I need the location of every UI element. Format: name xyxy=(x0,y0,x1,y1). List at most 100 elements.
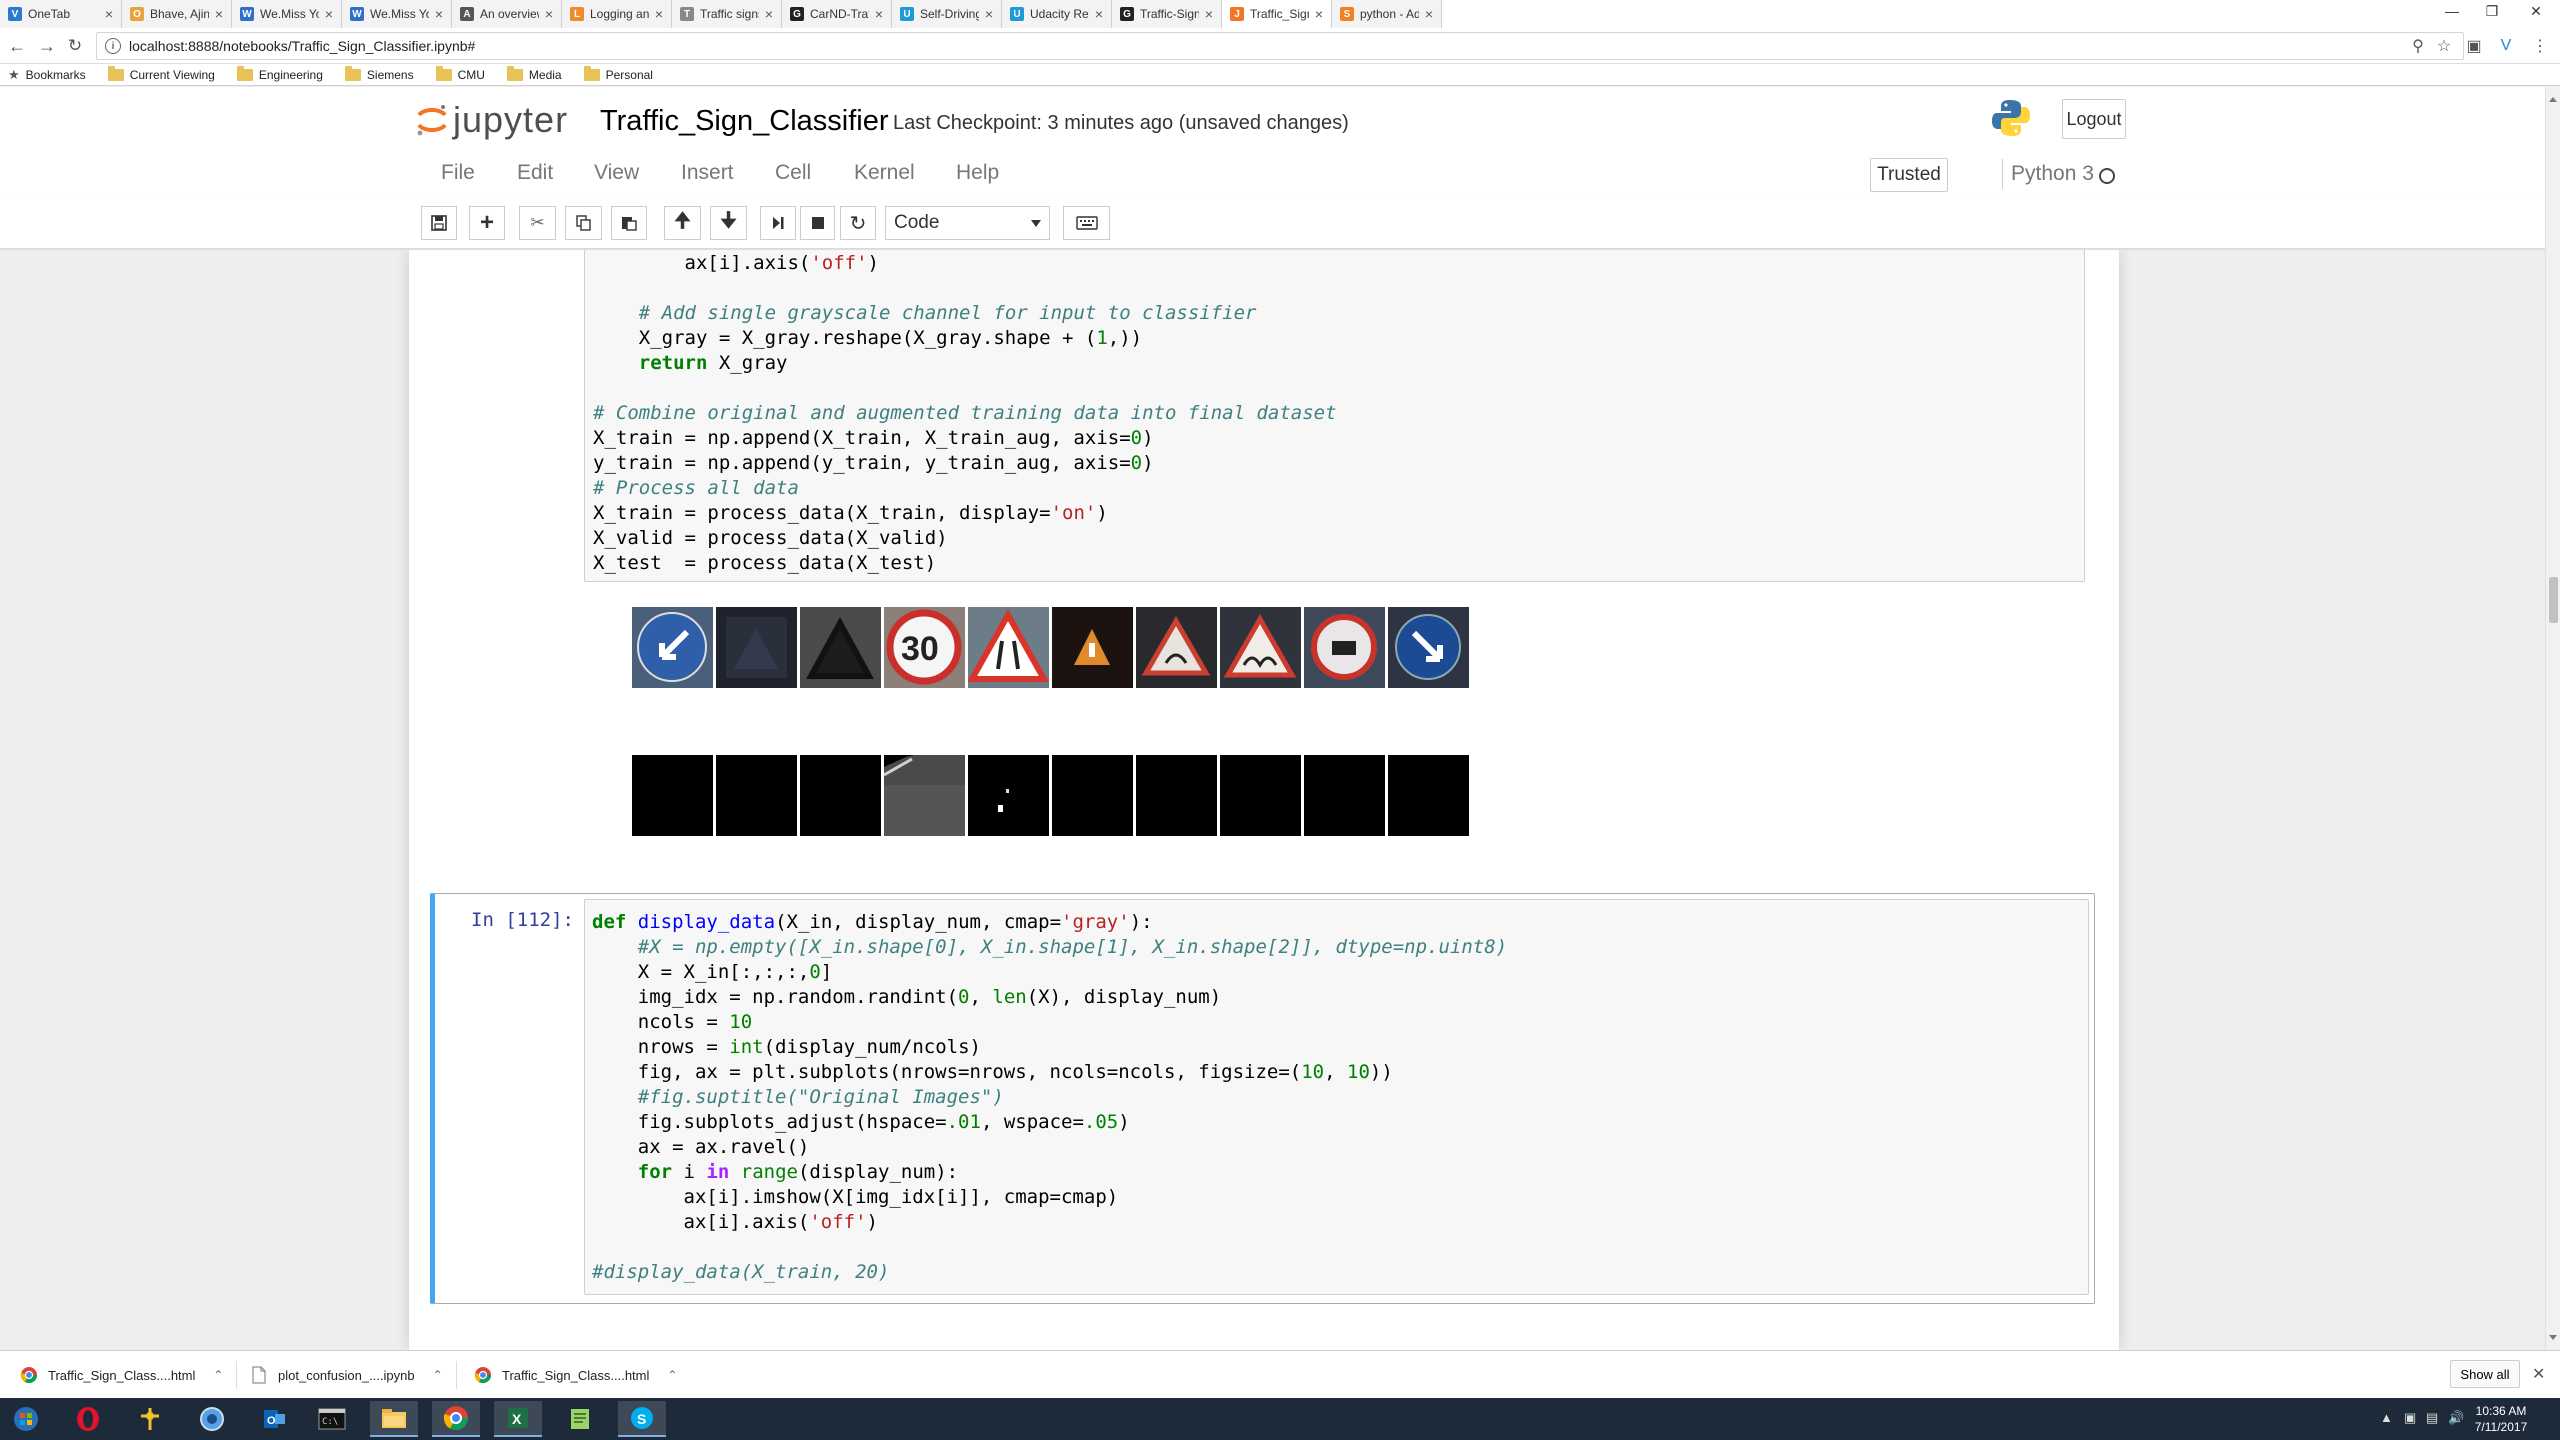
url-input[interactable]: i localhost:8888/notebooks/Traffic_Sign_… xyxy=(96,32,2464,60)
cmd-taskbar-icon[interactable]: C:\ xyxy=(308,1401,356,1437)
bookmark-folder[interactable]: Personal xyxy=(583,65,653,82)
chrome-taskbar-icon[interactable] xyxy=(432,1401,480,1437)
bookmark-folder[interactable]: CMU xyxy=(435,65,485,82)
browser-tab[interactable]: G CarND-Traffic-Sign-Cl × xyxy=(782,0,892,28)
selected-code-cell[interactable]: In [112]: def display_data(X_in, display… xyxy=(430,893,2095,1304)
pin-taskbar-icon[interactable] xyxy=(126,1401,174,1437)
chevron-up-icon[interactable]: ⌃ xyxy=(433,1368,443,1382)
menu-help[interactable]: Help xyxy=(956,161,999,185)
bookmark-star-icon[interactable]: ☆ xyxy=(2434,36,2454,56)
browser-tab[interactable]: W We.Miss You?! :(× xyxy=(232,0,342,28)
cut-button[interactable]: ✂ xyxy=(519,206,556,240)
download-item[interactable]: Traffic_Sign_Class....html ⌃ xyxy=(474,1359,677,1391)
kernel-name[interactable]: Python 3 xyxy=(2002,159,2094,189)
tab-close-icon[interactable]: × xyxy=(1205,6,1213,22)
download-item[interactable]: plot_confusion_....ipynb ⌃ xyxy=(250,1359,457,1391)
app-taskbar-icon[interactable] xyxy=(188,1401,236,1437)
browser-tab[interactable]: A An overview of gradie × xyxy=(452,0,562,28)
run-button[interactable] xyxy=(760,206,796,240)
back-icon[interactable]: ← xyxy=(6,35,28,57)
scroll-thumb[interactable] xyxy=(2549,577,2558,623)
scroll-up-icon[interactable] xyxy=(2549,97,2557,102)
download-item[interactable]: Traffic_Sign_Class....html ⌃ xyxy=(20,1359,238,1391)
info-icon[interactable]: i xyxy=(105,38,121,54)
bookmark-folder[interactable]: Current Viewing xyxy=(107,65,215,82)
code-input-area[interactable]: def display_data(X_in, display_num, cmap… xyxy=(584,899,2089,1295)
tab-close-icon[interactable]: × xyxy=(545,6,553,22)
tab-close-icon[interactable]: × xyxy=(1095,6,1103,22)
menu-insert[interactable]: Insert xyxy=(681,161,734,185)
start-button[interactable] xyxy=(2,1401,50,1437)
opera-taskbar-icon[interactable] xyxy=(64,1401,112,1437)
save-button[interactable] xyxy=(421,206,457,240)
show-all-button[interactable]: Show all xyxy=(2450,1360,2520,1388)
logout-button[interactable]: Logout xyxy=(2062,99,2126,139)
tab-close-icon[interactable]: × xyxy=(765,6,773,22)
insert-cell-button[interactable]: + xyxy=(469,206,505,240)
tab-close-icon[interactable]: × xyxy=(655,6,663,22)
bookmark-folder[interactable]: Siemens xyxy=(344,65,414,82)
volume-icon[interactable]: 🔊 xyxy=(2448,1410,2464,1426)
browser-tab[interactable]: U Self-Driving Car - Uda × xyxy=(892,0,1002,28)
forward-icon[interactable]: → xyxy=(36,35,58,57)
move-down-button[interactable]: 🠋 xyxy=(710,206,747,240)
vimium-icon[interactable]: V xyxy=(2496,36,2516,56)
tab-close-icon[interactable]: × xyxy=(875,6,883,22)
restore-button[interactable]: ❐ xyxy=(2474,0,2510,22)
system-clock[interactable]: 10:36 AM 7/11/2017 xyxy=(2466,1403,2536,1435)
trusted-indicator[interactable]: Trusted xyxy=(1870,158,1948,192)
browser-tab[interactable]: U Udacity Reviews × xyxy=(1002,0,1112,28)
menu-view[interactable]: View xyxy=(594,161,639,185)
browser-tab[interactable]: G Traffic-Sign-Classifier × xyxy=(1112,0,1222,28)
tab-close-icon[interactable]: × xyxy=(985,6,993,22)
menu-kernel[interactable]: Kernel xyxy=(854,161,915,185)
reload-icon[interactable]: ↻ xyxy=(64,35,86,57)
browser-tab[interactable]: W We.Miss You?! :(× xyxy=(342,0,452,28)
chrome-menu-icon[interactable]: ⋮ xyxy=(2530,36,2550,56)
notebook-name[interactable]: Traffic_Sign_Classifier xyxy=(600,105,889,138)
close-window-button[interactable]: ✕ xyxy=(2514,0,2558,22)
extension-icon[interactable]: ▣ xyxy=(2464,36,2484,56)
interrupt-button[interactable] xyxy=(800,206,835,240)
outlook-taskbar-icon[interactable]: O xyxy=(250,1401,298,1437)
tab-close-icon[interactable]: × xyxy=(105,6,113,22)
skype-taskbar-icon[interactable]: S xyxy=(618,1401,666,1437)
notepad-taskbar-icon[interactable] xyxy=(556,1401,604,1437)
restart-button[interactable]: ↻ xyxy=(840,206,876,240)
browser-tab[interactable]: V OneTab × xyxy=(0,0,122,28)
previous-code-cell[interactable]: ax[i].axis('off') # Add single grayscale… xyxy=(584,250,2085,582)
copy-button[interactable] xyxy=(565,206,602,240)
bookmark-folder[interactable]: Engineering xyxy=(236,65,323,82)
close-icon[interactable]: ✕ xyxy=(2532,1364,2545,1384)
network-icon[interactable]: ▤ xyxy=(2426,1410,2438,1426)
tab-close-icon[interactable]: × xyxy=(435,6,443,22)
menu-file[interactable]: File xyxy=(441,161,475,185)
browser-tab[interactable]: L Logging and Monitor × xyxy=(562,0,672,28)
tray-expand-icon[interactable]: ▲ xyxy=(2380,1410,2393,1425)
tab-close-icon[interactable]: × xyxy=(1425,6,1433,22)
browser-tab[interactable]: J Traffic_Sign_Classifier × xyxy=(1222,0,1332,28)
minimize-button[interactable]: — xyxy=(2434,0,2470,22)
excel-taskbar-icon[interactable]: X xyxy=(494,1401,542,1437)
bookmark-folder[interactable]: Media xyxy=(506,65,562,82)
tray-app-icon[interactable]: ▣ xyxy=(2404,1410,2416,1426)
tab-close-icon[interactable]: × xyxy=(215,6,223,22)
move-up-button[interactable]: 🠉 xyxy=(664,206,701,240)
explorer-taskbar-icon[interactable] xyxy=(370,1401,418,1437)
tab-close-icon[interactable]: × xyxy=(325,6,333,22)
code-editor[interactable]: ax[i].axis('off') # Add single grayscale… xyxy=(593,251,1337,576)
menu-edit[interactable]: Edit xyxy=(517,161,553,185)
command-palette-button[interactable] xyxy=(1063,206,1110,240)
jupyter-logo[interactable]: jupyter xyxy=(415,99,568,141)
cell-type-select[interactable]: Code xyxy=(885,206,1050,240)
zoom-icon[interactable]: ⚲ xyxy=(2408,36,2428,56)
code-editor[interactable]: def display_data(X_in, display_num, cmap… xyxy=(592,910,1507,1285)
menu-cell[interactable]: Cell xyxy=(775,161,811,185)
paste-button[interactable] xyxy=(611,206,647,240)
bookmark-apps[interactable]: ★ Bookmarks xyxy=(8,67,86,83)
browser-tab[interactable]: Spython - Add colorbar × xyxy=(1332,0,1442,28)
browser-tab[interactable]: T Traffic signs classificat × xyxy=(672,0,782,28)
browser-tab[interactable]: O Bhave, Ajinkya (DF PL × xyxy=(122,0,232,28)
chevron-up-icon[interactable]: ⌃ xyxy=(667,1368,677,1382)
page-scrollbar[interactable] xyxy=(2545,87,2560,1350)
